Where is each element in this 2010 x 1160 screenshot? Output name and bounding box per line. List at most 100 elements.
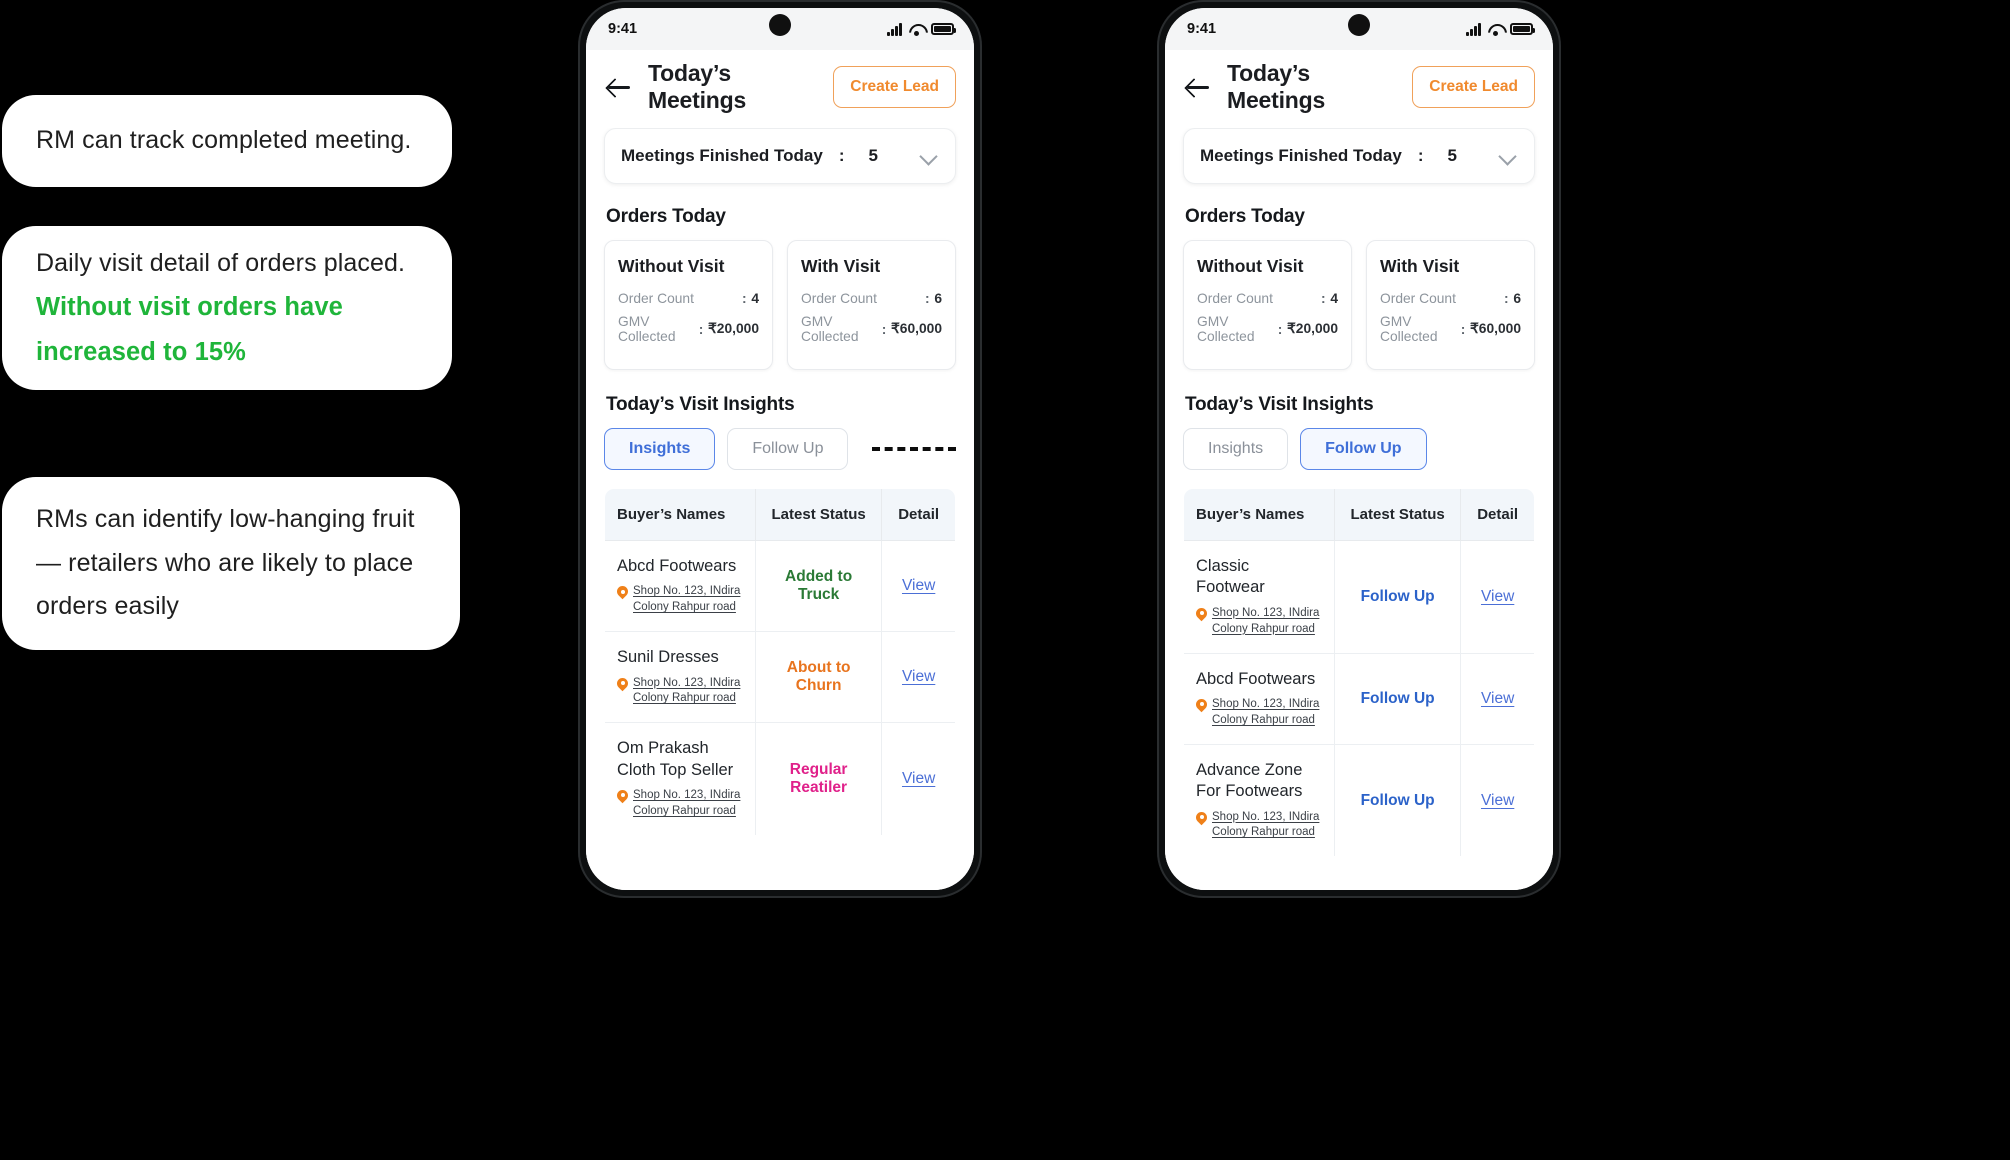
buyer-address[interactable]: Shop No. 123, INdira Colony Rahpur road [1196, 697, 1322, 729]
wifi-icon [1488, 24, 1503, 36]
meetings-finished-card[interactable]: Meetings Finished Today : 5 [604, 128, 956, 184]
insights-tabs: Insights Follow Up [604, 428, 956, 470]
visit-insights-title: Today’s Visit Insights [1185, 394, 1374, 415]
chevron-down-icon[interactable] [1498, 146, 1518, 166]
buyer-address-text: Shop No. 123, INdira Colony Rahpur road [633, 789, 741, 818]
orders-kv-value: 4 [1330, 291, 1338, 306]
visit-insights-table: Buyer’s Names Latest Status Detail Abcd … [604, 488, 956, 836]
phone-2-screen: 9:41 Today’s Meetings Create Lead Meetin… [1165, 8, 1553, 890]
column-header-buyers-names: Buyer’s Names [1184, 489, 1335, 541]
detail-cell: View [881, 631, 955, 724]
app-bar: Today’s Meetings Create Lead [1165, 50, 1553, 128]
orders-kv-value: ₹20,000 [708, 321, 759, 336]
view-link[interactable]: View [902, 577, 935, 594]
view-link[interactable]: View [1481, 792, 1514, 809]
orders-kv-key: Order Count [618, 291, 694, 306]
camera-punch-hole-icon [1348, 14, 1370, 36]
buyer-name: Om Prakash Cloth Top Seller [617, 739, 734, 779]
orders-card-row: Without Visit Order Count : 4 GMV Collec… [604, 240, 956, 370]
table-row: Om Prakash Cloth Top Seller Shop No. 123… [605, 722, 955, 835]
orders-card-title: Without Visit [618, 256, 725, 276]
location-pin-icon [1196, 812, 1207, 827]
buyer-address[interactable]: Shop No. 123, INdira Colony Rahpur road [617, 584, 743, 616]
buyer-cell: Advance Zone For Footwears Shop No. 123,… [1184, 744, 1335, 857]
view-link[interactable]: View [1481, 588, 1514, 605]
tab-insights[interactable]: Insights [604, 428, 716, 470]
view-link[interactable]: View [902, 668, 935, 685]
detail-cell: View [1461, 744, 1534, 856]
meetings-finished-value: 5 [868, 146, 878, 165]
orders-kv-key: Order Count [1197, 291, 1273, 306]
buyer-cell: Om Prakash Cloth Top Seller Shop No. 123… [605, 722, 756, 835]
status-badge: Follow Up [1334, 744, 1462, 857]
orders-kv-row: Order Count : 4 [618, 291, 759, 306]
orders-kv-key: GMV Collected [1197, 314, 1255, 344]
table-row: Advance Zone For Footwears Shop No. 123,… [1184, 744, 1534, 857]
orders-kv-sep: : [881, 321, 887, 337]
buyer-address-text: Shop No. 123, INdira Colony Rahpur road [633, 676, 741, 705]
callout-card-1: RM can track completed meeting. [2, 95, 452, 187]
buyer-address-text: Shop No. 123, INdira Colony Rahpur road [633, 585, 741, 614]
orders-kv-key: GMV Collected [1380, 314, 1438, 344]
buyer-address[interactable]: Shop No. 123, INdira Colony Rahpur road [1196, 810, 1322, 842]
table-row: Abcd Footwears Shop No. 123, INdira Colo… [1184, 653, 1534, 745]
callout-2-highlight: Without visit orders have increased to 1… [36, 293, 343, 366]
phone-mockup-insights: 9:41 Today’s Meetings Create Lead Meetin… [578, 0, 982, 898]
phone-1-content: Meetings Finished Today : 5 Orders Today… [586, 128, 974, 890]
status-badge: Follow Up [1334, 653, 1462, 745]
orders-card-title: With Visit [801, 256, 881, 276]
create-lead-button[interactable]: Create Lead [833, 66, 956, 108]
buyer-address[interactable]: Shop No. 123, INdira Colony Rahpur road [1196, 606, 1322, 638]
meetings-finished-card[interactable]: Meetings Finished Today : 5 [1183, 128, 1535, 184]
column-header-latest-status: Latest Status [755, 488, 883, 541]
chevron-down-icon[interactable] [919, 146, 939, 166]
orders-today-title: Orders Today [606, 206, 726, 227]
status-bar-icons [1466, 22, 1536, 36]
insights-tabs: Insights Follow Up [1183, 428, 1535, 470]
orders-kv-sep: : [1321, 291, 1326, 306]
app-bar: Today’s Meetings Create Lead [586, 50, 974, 128]
meetings-finished-label: Meetings Finished Today [621, 146, 823, 165]
view-link[interactable]: View [1481, 690, 1514, 707]
view-link[interactable]: View [902, 770, 935, 787]
buyer-cell: Abcd Footwears Shop No. 123, INdira Colo… [605, 540, 756, 633]
tab-follow-up[interactable]: Follow Up [1300, 428, 1427, 470]
status-bar-time: 9:41 [608, 21, 638, 37]
status-badge: About to Churn [755, 631, 883, 724]
orders-kv-sep: : [1277, 321, 1283, 337]
back-arrow-icon[interactable] [1185, 74, 1211, 100]
status-bar-time: 9:41 [1187, 21, 1217, 37]
orders-card-with-visit: With Visit Order Count : 6 GMV Collected… [787, 240, 956, 370]
table-row: Abcd Footwears Shop No. 123, INdira Colo… [605, 540, 955, 633]
page-title: Today’s Meetings [648, 60, 747, 113]
tab-insights[interactable]: Insights [1183, 428, 1289, 470]
wifi-icon [909, 24, 924, 36]
buyer-address[interactable]: Shop No. 123, INdira Colony Rahpur road [617, 676, 743, 708]
status-bar-icons [887, 22, 957, 36]
visit-insights-table: Buyer’s Names Latest Status Detail Class… [1183, 488, 1535, 858]
buyer-name: Sunil Dresses [617, 648, 719, 667]
callout-card-3: RMs can identify low-hanging fruit — ret… [2, 477, 460, 650]
orders-kv-row: Order Count : 4 [1197, 291, 1338, 306]
location-pin-icon [617, 678, 628, 693]
orders-kv-value: 6 [934, 291, 942, 306]
meetings-finished-separator: : [1417, 146, 1424, 165]
orders-kv-key: Order Count [801, 291, 877, 306]
orders-kv-key: GMV Collected [801, 314, 859, 344]
orders-card-with-visit: With Visit Order Count : 6 GMV Collected… [1366, 240, 1535, 370]
screenshot-canvas: RM can track completed meeting. Daily vi… [0, 0, 2010, 1160]
page-title: Today’s Meetings [1227, 60, 1326, 113]
buyer-cell: Abcd Footwears Shop No. 123, INdira Colo… [1184, 653, 1335, 745]
phone-1-screen: 9:41 Today’s Meetings Create Lead Meetin… [586, 8, 974, 890]
buyer-address-text: Shop No. 123, INdira Colony Rahpur road [1212, 698, 1320, 726]
meetings-finished-separator: : [838, 146, 845, 165]
table-row: Sunil Dresses Shop No. 123, INdira Colon… [605, 631, 955, 724]
buyer-name: Classic Footwear [1196, 557, 1265, 597]
detail-cell: View [1460, 653, 1534, 745]
tab-follow-up[interactable]: Follow Up [727, 428, 849, 470]
back-arrow-icon[interactable] [606, 74, 632, 100]
battery-icon [931, 23, 957, 35]
buyer-cell: Sunil Dresses Shop No. 123, INdira Colon… [605, 631, 756, 724]
create-lead-button[interactable]: Create Lead [1412, 66, 1535, 108]
buyer-address[interactable]: Shop No. 123, INdira Colony Rahpur road [617, 788, 743, 820]
